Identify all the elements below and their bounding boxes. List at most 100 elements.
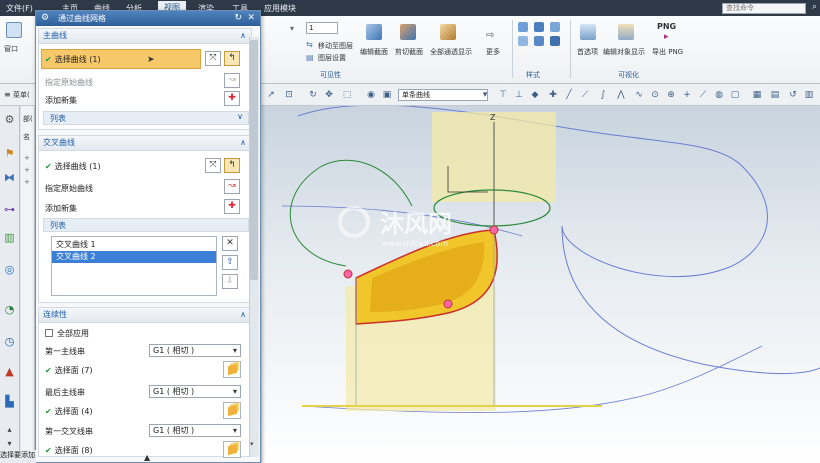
style-wireframe-icon[interactable] (534, 22, 544, 32)
clip-section-button[interactable]: 剪切截面 (395, 47, 423, 57)
collapse-up-icon[interactable]: ∧ (240, 308, 246, 322)
model-canvas[interactable]: Z 沐风网 www.mfcad.com (262, 106, 820, 463)
command-search-input[interactable]: 查找命令 (722, 3, 806, 14)
checkbox-icon[interactable] (45, 329, 53, 337)
connect-icon[interactable]: ⊥ (514, 90, 524, 100)
collapse-up-icon[interactable]: ∧ (240, 136, 246, 150)
specify-origin-button[interactable]: ↝ (224, 179, 240, 194)
profile-curve-blue-lower[interactable] (561, 225, 820, 375)
box-select-icon[interactable]: ⬚ (342, 90, 352, 100)
style-edges-icon[interactable] (518, 36, 528, 46)
part-nav-icon[interactable]: ⊶ (2, 202, 17, 217)
graphics-viewport[interactable]: Z 沐风网 www.mfcad.com (262, 106, 820, 463)
view-layout-icon[interactable]: ▥ (804, 90, 814, 100)
plus-snap-icon[interactable]: ✚ (548, 90, 558, 100)
point-snap-icon[interactable]: + (682, 90, 692, 100)
face-select-cube-icon[interactable] (223, 361, 241, 378)
move-down-button[interactable]: ⇩ (222, 274, 238, 289)
curve-select-button[interactable]: ↰ (224, 158, 240, 173)
more-button[interactable]: 更多 (486, 47, 500, 57)
scroll-down-icon[interactable]: ▾ (250, 440, 254, 448)
cross-select-curve-label[interactable]: ✔ 选择曲线 (1) (45, 161, 101, 172)
tree-expand-icon[interactable]: + (24, 178, 30, 186)
cross-list-header[interactable]: 列表 (43, 218, 249, 232)
window-icon[interactable] (6, 22, 22, 38)
settings-gear-icon[interactable]: ⚙ (2, 112, 17, 127)
tangent-snap-icon[interactable]: ∿ (634, 90, 644, 100)
rotate-icon[interactable]: ↻ (308, 90, 318, 100)
collapse-up-icon[interactable]: ∧ (240, 29, 246, 43)
curve-rule-dropdown[interactable]: 单条曲线 (398, 89, 488, 101)
role-icon[interactable]: ▲ (2, 364, 17, 379)
library-icon[interactable]: ▥ (2, 230, 17, 245)
end-snap-icon[interactable]: ⟋ (580, 90, 590, 100)
tree-expand-icon[interactable]: + (24, 166, 30, 174)
curve-select-button[interactable]: ↰ (224, 51, 240, 66)
snap-icon[interactable]: ↗ (266, 90, 276, 100)
pole-snap-icon[interactable]: ⟋ (698, 90, 708, 100)
expand-down-icon[interactable]: ∨ (237, 112, 243, 121)
move-layer-button[interactable]: 移动至图层 (318, 41, 353, 51)
dialog-title-bar[interactable]: ⚙ 通过曲线网格 ↻ ✕ (36, 11, 260, 26)
first-primary-continuity-select[interactable]: G1 ( 相切 ) (149, 344, 241, 357)
history-icon[interactable]: ◷ (2, 334, 17, 349)
dialog-settings-gear-icon[interactable]: ⚙ (41, 11, 49, 26)
layer-stepper-icon[interactable]: ▾ (290, 24, 294, 33)
history-palette-icon[interactable]: ◔ (2, 302, 17, 317)
curve-snap-icon[interactable]: ∫ (598, 90, 608, 100)
dialog-reset-icon[interactable]: ↻ (234, 11, 242, 26)
apply-all-checkbox-row[interactable]: 全部应用 (45, 328, 89, 339)
preferences-button[interactable]: 首选项 (577, 47, 598, 57)
menu-apps[interactable]: 应用模块 (264, 3, 296, 14)
control-point[interactable] (443, 299, 453, 309)
edit-object-display-button[interactable]: 编辑对象显示 (603, 47, 645, 57)
diamond-snap-icon[interactable]: ◆ (530, 90, 540, 100)
select-face-7-label[interactable]: ✔ 选择面 (7) (45, 365, 93, 376)
list-item-selected[interactable]: 交叉曲线 2 (52, 251, 216, 263)
tree-expand-icon[interactable]: + (24, 154, 30, 162)
web-browser-icon[interactable]: ◎ (2, 262, 17, 277)
select-filter-icon[interactable]: ⊡ (284, 90, 294, 100)
style-hidden-icon[interactable] (534, 36, 544, 46)
select-face-8-label[interactable]: ✔ 选择面 (8) (45, 445, 93, 456)
intersection-icon[interactable]: ⊤ (498, 90, 508, 100)
control-point[interactable] (343, 269, 353, 279)
reverse-direction-button[interactable]: ⤧ (205, 158, 221, 173)
last-primary-continuity-select[interactable]: G1 ( 相切 ) (149, 385, 241, 398)
navigator-tab-label[interactable]: 部( (23, 114, 33, 124)
dialog-close-icon[interactable]: ✕ (247, 11, 255, 26)
style-studio-icon[interactable] (550, 36, 560, 46)
select-face-4-label[interactable]: ✔ 选择面 (4) (45, 406, 93, 417)
dialog-more-toggle-icon[interactable]: ▲ (144, 453, 150, 462)
cube-icon[interactable]: ▣ (382, 90, 392, 100)
constraint-nav-icon[interactable]: ⧓ (2, 170, 17, 185)
style-shaded-icon[interactable] (518, 22, 528, 32)
control-point[interactable] (489, 225, 499, 235)
add-new-set-button[interactable]: ✚ (224, 91, 240, 106)
face-snap-icon[interactable]: ▢ (730, 90, 740, 100)
first-cross-continuity-select[interactable]: G1 ( 相切 ) (149, 424, 241, 437)
show-all-button[interactable]: 全部通透显示 (430, 47, 472, 57)
search-icon[interactable]: ⌕ (812, 2, 817, 12)
layer-settings-button[interactable]: 图层设置 (318, 53, 346, 63)
system-scenes-icon[interactable]: ▙ (2, 394, 17, 409)
specify-origin-button[interactable]: ↝ (224, 73, 240, 88)
cross-curves-header[interactable]: 交叉曲线 ∧ (39, 136, 251, 151)
rail-scroll-down-icon[interactable]: ▾ (2, 436, 17, 451)
view-orient-icon[interactable]: ▤ (770, 90, 780, 100)
primary-select-curve-label[interactable]: ✔ 选择曲线 (1) (45, 54, 101, 65)
layer-dropdown[interactable]: 1 (306, 22, 338, 34)
menu-toggle-icon[interactable]: ≡ (4, 90, 11, 99)
menu-file[interactable]: 文件(F) (6, 3, 33, 14)
quadrant-snap-icon[interactable]: ⊕ (666, 90, 676, 100)
reverse-direction-button[interactable]: ⤧ (205, 51, 221, 66)
center-snap-icon[interactable]: ⊙ (650, 90, 660, 100)
rail-scroll-up-icon[interactable]: ▴ (2, 422, 17, 437)
face-select-cube-icon[interactable] (223, 441, 241, 458)
continuity-header[interactable]: 连续性 ∧ (39, 308, 251, 323)
move-up-button[interactable]: ⇧ (222, 255, 238, 270)
style-static-icon[interactable] (550, 22, 560, 32)
add-new-set-button[interactable]: ✚ (224, 199, 240, 214)
export-png-button[interactable]: 导出 PNG (652, 47, 683, 57)
list-item[interactable]: 交叉曲线 1 (52, 239, 216, 251)
